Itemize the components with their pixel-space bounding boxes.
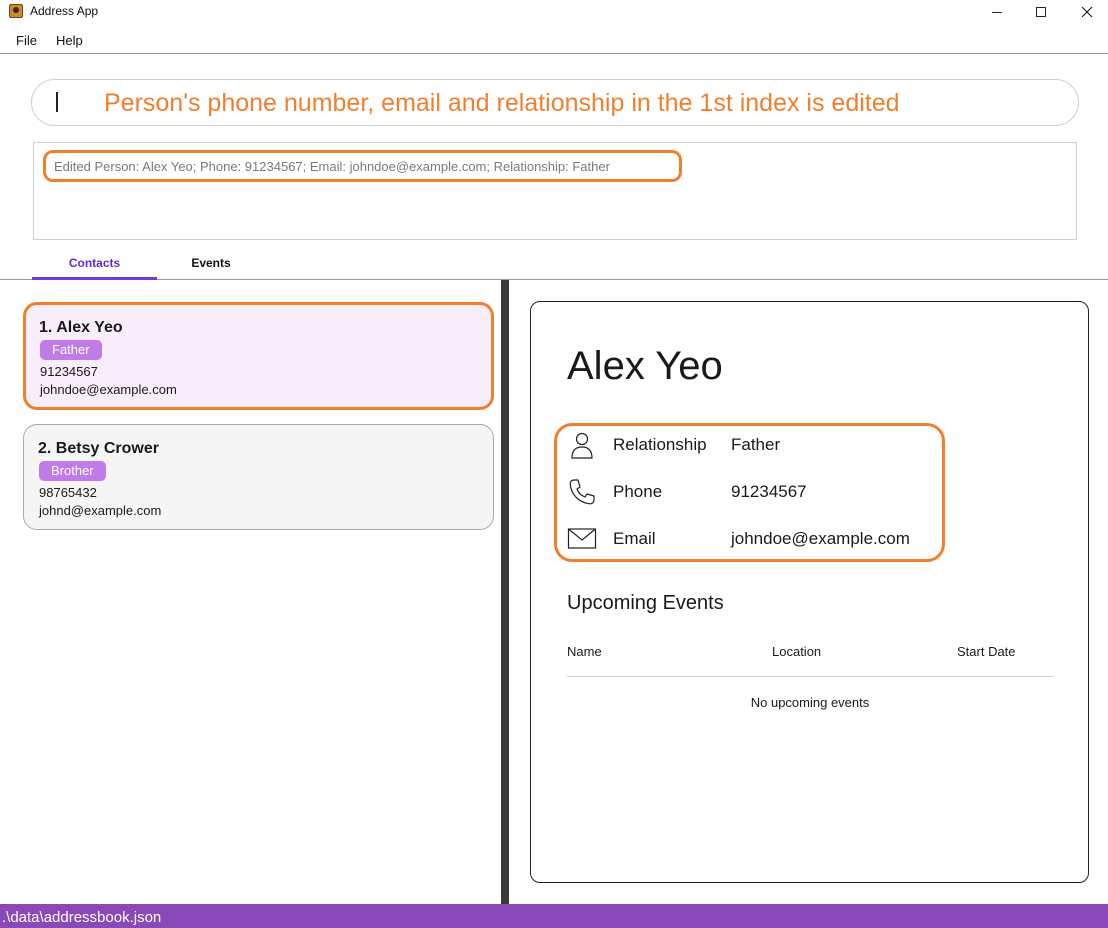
contact-card[interactable]: 1. Alex Yeo Father 91234567 johndoe@exam… (23, 302, 494, 410)
result-display: Edited Person: Alex Yeo; Phone: 91234567… (33, 142, 1077, 240)
address-book-icon (9, 4, 23, 18)
relationship-badge: Brother (39, 461, 106, 481)
email-value: johndoe@example.com (731, 529, 910, 548)
contact-email: johndoe@example.com (40, 382, 177, 397)
column-header-location[interactable]: Location (772, 644, 821, 659)
contact-phone: 91234567 (40, 364, 98, 379)
table-divider (567, 676, 1053, 677)
person-icon (571, 432, 593, 459)
contact-email: johnd@example.com (39, 503, 162, 518)
data-file-path: .\data\addressbook.json (2, 909, 162, 926)
person-detail-panel: Alex Yeo Relationship Father Phone 91234… (530, 301, 1089, 883)
detail-name: Alex Yeo (567, 344, 723, 388)
upcoming-events-heading: Upcoming Events (567, 592, 724, 614)
window-title: Address App (30, 4, 99, 18)
phone-icon (569, 479, 595, 505)
command-text: Person's phone number, email and relatio… (104, 89, 900, 117)
contact-name: 1. Alex Yeo (39, 319, 123, 336)
email-label: Email (613, 529, 656, 548)
email-row: Email johndoe@example.com (567, 524, 947, 554)
column-header-name[interactable]: Name (567, 644, 602, 659)
close-icon (1081, 6, 1093, 18)
menu-help[interactable]: Help (56, 33, 83, 48)
phone-value: 91234567 (731, 482, 807, 501)
envelope-icon (567, 528, 597, 549)
contact-card[interactable]: 2. Betsy Crower Brother 98765432 johnd@e… (23, 424, 494, 530)
minimize-button[interactable] (974, 0, 1020, 24)
contact-phone: 98765432 (39, 485, 97, 500)
split-pane-divider[interactable] (501, 280, 509, 904)
empty-events-message: No upcoming events (750, 695, 870, 710)
phone-label: Phone (613, 482, 663, 501)
minimize-icon (992, 11, 1002, 13)
command-input[interactable]: Person's phone number, email and relatio… (31, 79, 1079, 126)
tab-contacts[interactable]: Contacts (32, 256, 157, 280)
relationship-row: Relationship Father (567, 430, 947, 460)
relationship-badge: Father (40, 340, 102, 360)
phone-row: Phone 91234567 (567, 477, 947, 507)
menu-file[interactable]: File (16, 33, 37, 48)
tab-bar: Contacts Events (0, 250, 1108, 280)
maximize-button[interactable] (1018, 0, 1064, 24)
menu-bar: File Help (0, 28, 1108, 54)
status-bar: .\data\addressbook.json (0, 904, 1108, 928)
column-header-start-date[interactable]: Start Date (957, 644, 1016, 659)
result-message: Edited Person: Alex Yeo; Phone: 91234567… (54, 159, 610, 174)
text-caret (56, 92, 58, 112)
title-bar: Address App (0, 0, 1108, 24)
contact-name: 2. Betsy Crower (38, 440, 159, 457)
relationship-label: Relationship (613, 435, 707, 454)
close-button[interactable] (1064, 0, 1108, 24)
maximize-icon (1036, 7, 1046, 17)
relationship-value: Father (731, 435, 781, 454)
tab-events[interactable]: Events (170, 256, 252, 270)
